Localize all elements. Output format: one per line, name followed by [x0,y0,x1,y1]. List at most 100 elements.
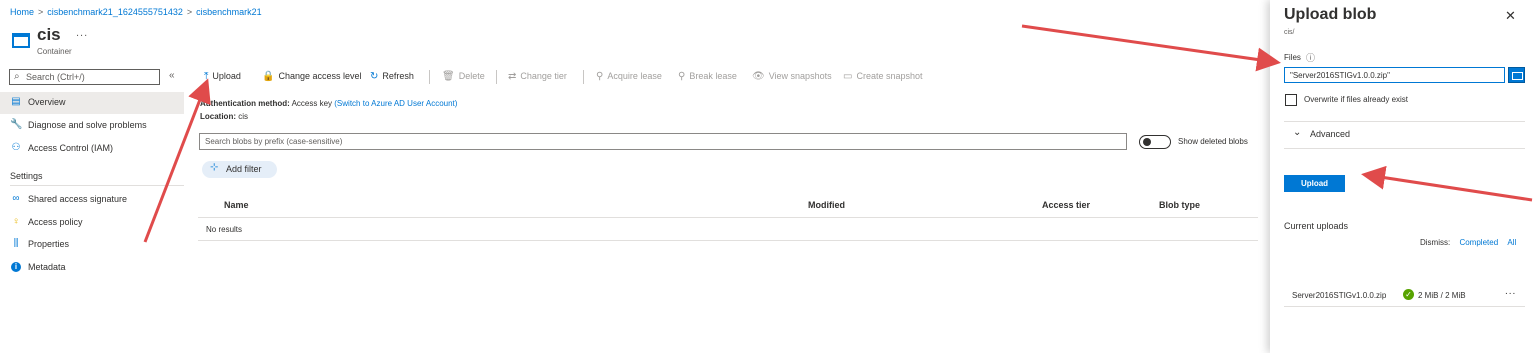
sidebar-search-placeholder: Search (Ctrl+/) [26,72,85,82]
column-header-modified[interactable]: Modified [808,200,845,210]
filter-plus-icon: ⊹ [210,162,219,173]
key-icon: ♀ [12,216,20,227]
sidebar-item-label: Diagnose and solve problems [28,120,147,130]
break-lease-label: Break lease [689,71,737,81]
overwrite-label: Overwrite if files already exist [1304,95,1409,104]
upload-button[interactable]: ⤒ Upload [204,71,241,82]
toolbar-divider [583,70,584,84]
sidebar-search-input[interactable]: ⌕ Search (Ctrl+/) [9,69,160,85]
divider [1284,306,1525,307]
break-lease-button[interactable]: ⚲ Break lease [678,71,737,82]
blob-search-input[interactable]: Search blobs by prefix (case-sensitive) [199,133,1127,150]
lock-icon: 🔒 [262,71,275,82]
toolbar-divider [496,70,497,84]
upload-submit-button[interactable]: Upload [1284,175,1345,192]
sidebar-item-access-control[interactable]: ⚇ Access Control (IAM) [0,138,184,160]
link-icon: ∞ [12,193,20,204]
column-header-name[interactable]: Name [224,200,249,210]
properties-icon: ⫼ [13,238,19,249]
location-label: Location: [200,112,236,121]
sidebar-item-label: Access Control (IAM) [28,143,114,153]
divider [10,185,184,186]
more-options-icon[interactable]: ... [1505,286,1516,297]
delete-label: Delete [458,71,485,81]
change-access-level-button[interactable]: 🔒 Change access level [262,71,362,82]
auth-method: Authentication method: Access key (Switc… [200,99,457,108]
breadcrumb-home[interactable]: Home [10,7,34,17]
link-icon: ⚲ [596,71,604,82]
chevron-right-icon: > [38,7,44,17]
check-icon: ✓ [1403,289,1414,300]
chevron-down-icon[interactable]: ⌄ [1293,127,1301,138]
sidebar-item-diagnose[interactable]: 🔧 Diagnose and solve problems [0,115,184,137]
sidebar-item-overview[interactable]: ▤ Overview [0,92,184,114]
overview-icon: ▤ [11,96,21,107]
container-icon [12,33,30,48]
trash-icon: 🗑 [442,71,455,82]
breadcrumb: Home > cisbenchmark21_1624555751432 > cisben… [10,7,262,17]
files-label: Files [1284,53,1301,62]
refresh-label: Refresh [382,71,414,81]
divider [198,217,1258,218]
page-title: cis [37,25,61,44]
add-filter-label: Add filter [226,164,262,174]
view-snapshots-button[interactable]: 👁 View snapshots [752,71,832,82]
collapse-sidebar-icon[interactable]: « [169,70,175,81]
show-deleted-label: Show deleted blobs [1178,137,1248,146]
dismiss-completed-link[interactable]: Completed [1459,238,1498,247]
create-snapshot-button[interactable]: ▭ Create snapshot [843,71,923,82]
refresh-button[interactable]: ↻ Refresh [370,71,414,82]
toolbar-divider [429,70,430,84]
location-info: Location: cis [200,112,248,121]
change-access-level-label: Change access level [278,71,362,81]
panel-title: Upload blob [1284,6,1377,23]
divider [1284,148,1525,149]
wrench-icon: 🔧 [10,119,23,130]
column-header-blob-type[interactable]: Blob type [1159,200,1200,210]
view-snapshots-label: View snapshots [768,71,832,81]
overwrite-checkbox[interactable] [1285,94,1297,106]
search-icon: ⌕ [14,71,20,82]
switch-auth-link[interactable]: (Switch to Azure AD User Account) [334,99,457,108]
advanced-section-toggle[interactable]: Advanced [1310,129,1350,139]
files-field[interactable]: "Server2016STIGv1.0.0.zip" [1284,67,1505,83]
column-header-access-tier[interactable]: Access tier [1042,200,1090,210]
chevron-right-icon: > [186,7,193,17]
people-icon: ⚇ [11,142,21,153]
browse-folder-icon[interactable] [1508,67,1525,83]
sidebar-item-label: Properties [28,239,70,249]
sidebar-item-properties[interactable]: ⫼ Properties [0,234,184,256]
divider [1284,121,1525,122]
refresh-icon: ↻ [370,71,379,82]
panel-subtitle: cis/ [1284,29,1295,36]
location-value: cis [238,112,249,121]
empty-results-text: No results [206,225,243,234]
breadcrumb-storage-account[interactable]: cisbenchmark21_1624555751432 [47,7,183,17]
dismiss-all-link[interactable]: All [1507,238,1516,247]
breadcrumb-container[interactable]: cisbenchmark21 [196,7,262,17]
sidebar-item-label: Metadata [28,262,66,272]
sidebar-item-label: Overview [28,97,66,107]
info-icon: i [10,261,22,272]
current-uploads-heading: Current uploads [1284,221,1349,231]
add-filter-button[interactable]: ⊹ Add filter [202,161,277,178]
snapshot-icon: ▭ [843,71,853,82]
acquire-lease-button[interactable]: ⚲ Acquire lease [596,71,662,82]
upload-label: Upload [212,71,241,81]
sidebar-item-access-policy[interactable]: ♀ Access policy [0,212,184,234]
settings-header: Settings [10,171,43,181]
eye-icon: 👁 [752,71,765,82]
delete-button[interactable]: 🗑 Delete [442,71,485,82]
divider [198,240,1258,241]
auth-method-label: Authentication method: [200,99,290,108]
acquire-lease-label: Acquire lease [607,71,662,81]
sidebar-item-shared-access-signature[interactable]: ∞ Shared access signature [0,189,184,211]
swap-icon: ⇄ [508,71,517,82]
close-icon[interactable]: ✕ [1505,8,1516,24]
upload-file-name: Server2016STIGv1.0.0.zip [1292,291,1387,300]
more-options-icon[interactable]: ... [76,27,88,39]
info-icon[interactable]: ⓘ [1306,51,1315,64]
change-tier-button[interactable]: ⇄ Change tier [508,71,567,82]
upload-progress-size: 2 MiB / 2 MiB [1418,291,1466,300]
sidebar-item-metadata[interactable]: i Metadata [0,257,184,279]
